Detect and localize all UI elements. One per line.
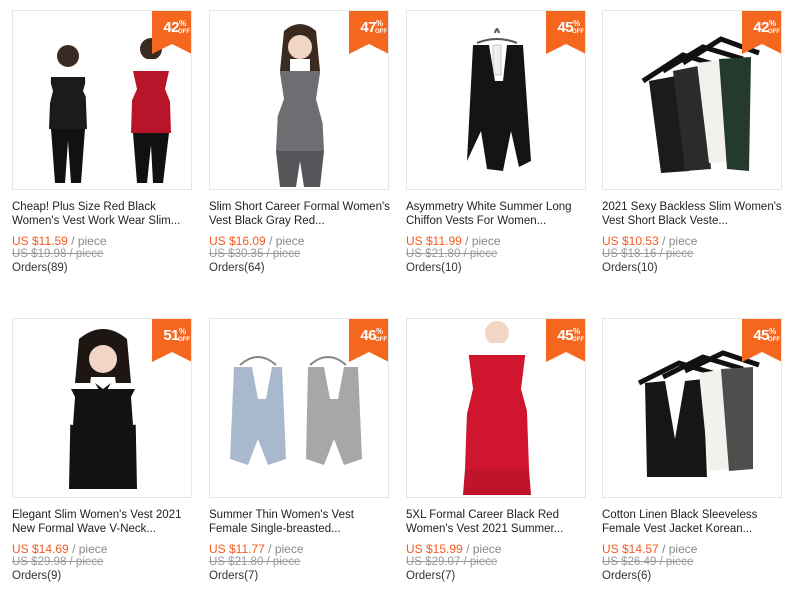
product-title[interactable]: Cotton Linen Black Sleeveless Female Ves… [602,508,787,536]
product-image[interactable]: 45 % OFF [406,318,586,498]
original-price: US $19.98 / piece [12,248,104,260]
original-price: US $30.35 / piece [209,248,301,260]
original-price: US $26.49 / piece [602,556,694,568]
product-title[interactable]: Cheap! Plus Size Red Black Women's Vest … [12,200,197,228]
product-card[interactable]: 42 % OFF 2021 Sexy Backless Slim Women's… [602,10,782,300]
product-price: US $16.09 / piece [209,234,305,248]
product-price: US $10.53 / piece [602,234,698,248]
product-price: US $15.99 / piece [406,542,502,556]
product-image[interactable]: 42 % OFF [12,10,192,190]
orders-count: Orders(10) [406,262,462,274]
product-price: US $14.57 / piece [602,542,698,556]
product-title[interactable]: Slim Short Career Formal Women's Vest Bl… [209,200,394,228]
product-title[interactable]: 5XL Formal Career Black Red Women's Vest… [406,508,591,536]
orders-count: Orders(9) [12,570,62,582]
product-card[interactable]: 46 % OFF Summer Thin Women's Vest Female… [209,318,389,608]
original-price: US $29.07 / piece [406,556,498,568]
product-title[interactable]: Summer Thin Women's Vest Female Single-b… [209,508,394,536]
discount-badge: 45 % OFF [546,11,585,54]
product-card[interactable]: 45 % OFF Asymmetry White Summer Long Chi… [406,10,586,300]
product-card[interactable]: 47 % OFF Slim Short Career Formal Women'… [209,10,390,300]
product-image[interactable]: 42 % OFF [602,10,782,190]
orders-count: Orders(10) [602,262,658,274]
discount-badge: 42 % OFF [742,11,781,54]
original-price: US $18.16 / piece [602,248,694,260]
orders-count: Orders(6) [602,570,652,582]
original-price: US $21.80 / piece [406,248,498,260]
product-title[interactable]: Asymmetry White Summer Long Chiffon Vest… [406,200,591,228]
orders-count: Orders(7) [209,570,259,582]
product-image[interactable]: 51 % OFF [12,318,192,498]
product-image[interactable]: 46 % OFF [209,318,389,498]
orders-count: Orders(64) [209,262,265,274]
original-price: US $29.98 / piece [12,556,104,568]
discount-badge: 45 % OFF [546,319,585,362]
orders-count: Orders(7) [406,570,456,582]
discount-badge: 47 % OFF [349,11,388,54]
product-price: US $11.77 / piece [209,542,304,556]
product-image[interactable]: 45 % OFF [602,318,782,498]
discount-badge: 45 % OFF [742,319,781,362]
product-price: US $11.99 / piece [406,234,501,248]
product-title[interactable]: Elegant Slim Women's Vest 2021 New Forma… [12,508,197,536]
discount-badge: 51 % OFF [152,319,191,362]
orders-count: Orders(89) [12,262,68,274]
product-title[interactable]: 2021 Sexy Backless Slim Women's Vest Sho… [602,200,787,228]
original-price: US $21.80 / piece [209,556,301,568]
product-image[interactable]: 45 % OFF [406,10,586,190]
product-price: US $14.69 / piece [12,542,108,556]
product-card[interactable]: 51 % OFF Elegant Slim Women's Vest 2021 … [12,318,192,608]
discount-badge: 42 % OFF [152,11,191,54]
discount-badge: 46 % OFF [349,319,388,362]
product-card[interactable]: 45 % OFF 5XL Formal Career Black Red Wom… [406,318,586,608]
product-image[interactable]: 47 % OFF [209,10,389,190]
product-card[interactable]: 45 % OFF Cotton Linen Black Sleeveless F… [602,318,782,608]
product-price: US $11.59 / piece [12,234,107,248]
product-card[interactable]: 42 % OFF Cheap! Plus Size Red Black Wome… [12,10,192,300]
